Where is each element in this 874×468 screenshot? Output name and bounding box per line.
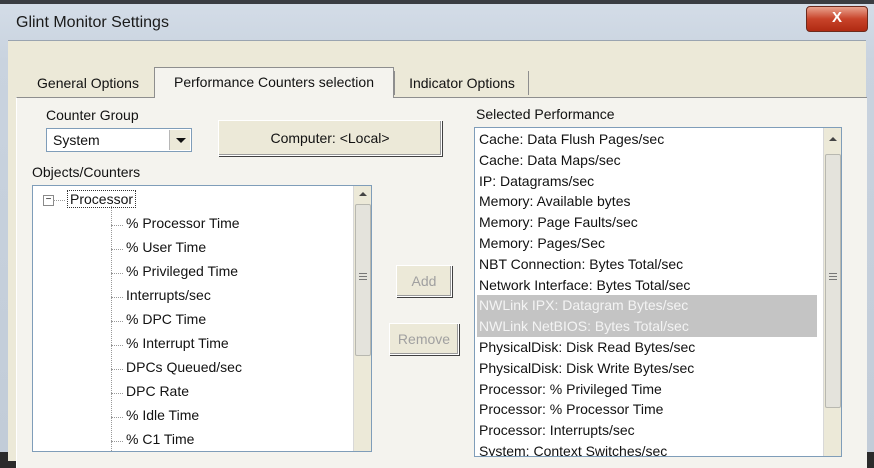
scroll-up-icon[interactable] (354, 186, 371, 203)
scroll-up-icon[interactable] (824, 131, 841, 148)
tree-connector (111, 441, 123, 443)
tab-label: Indicator Options (409, 75, 515, 91)
list-item[interactable]: Cache: Data Maps/sec (477, 150, 817, 171)
computer-button[interactable]: Computer: <Local> (218, 120, 442, 156)
computer-button-label: Computer: <Local> (270, 130, 390, 146)
chevron-down-icon[interactable] (169, 130, 190, 150)
list-item[interactable]: PhysicalDisk: Disk Write Bytes/sec (477, 358, 817, 379)
list-scrollbar[interactable] (823, 128, 841, 456)
grip-line (829, 279, 837, 280)
list-item[interactable]: Cache: Data Flush Pages/sec (477, 129, 817, 150)
list-item[interactable]: Processor: % Privileged Time (477, 379, 817, 400)
objects-counters-tree[interactable]: − Processor % Processor Time% User Time%… (32, 185, 372, 452)
list-item[interactable]: Network Interface: Bytes Total/sec (477, 275, 817, 296)
window-title: Glint Monitor Settings (16, 14, 169, 31)
tree-connector (111, 297, 123, 299)
list-item[interactable]: Memory: Available bytes (477, 191, 817, 212)
tree-connector (111, 369, 123, 371)
counter-group-value: System (53, 132, 100, 148)
tree-connector (111, 206, 113, 451)
objects-counters-label: Objects/Counters (32, 164, 141, 180)
remove-button[interactable]: Remove (389, 323, 459, 355)
tree-connector (53, 200, 65, 202)
list-item[interactable]: NWLink NetBIOS: Bytes Total/sec (477, 316, 817, 338)
tree-item[interactable]: DPCs Queued/sec (126, 359, 242, 375)
list-item[interactable]: IP: Datagrams/sec (477, 171, 817, 192)
grip-line (829, 276, 837, 277)
list-item[interactable]: PhysicalDisk: Disk Read Bytes/sec (477, 337, 817, 358)
tab-divider (394, 71, 395, 95)
grip-line (359, 279, 367, 280)
tree-item[interactable]: % Processor Time (126, 215, 240, 231)
tree-item[interactable]: % DPC Time (126, 311, 206, 327)
tree-connector (111, 393, 123, 395)
tree-connector (111, 249, 123, 251)
list-item[interactable]: NBT Connection: Bytes Total/sec (477, 254, 817, 275)
list-item[interactable]: Memory: Page Faults/sec (477, 212, 817, 233)
scroll-thumb[interactable] (825, 154, 841, 408)
tree-item[interactable]: % C1 Time (126, 431, 194, 447)
tree-item[interactable]: Interrupts/sec (126, 287, 211, 303)
tree-item[interactable]: DPC Rate (126, 383, 189, 399)
tree-item[interactable]: % User Time (126, 239, 206, 255)
tree-connector (111, 417, 123, 419)
add-button[interactable]: Add (396, 265, 452, 297)
tree-item[interactable]: % Interrupt Time (126, 335, 229, 351)
selected-performance-label: Selected Performance (476, 106, 615, 122)
tree-item[interactable]: % Privileged Time (126, 263, 238, 279)
list-item[interactable]: NWLink IPX: Datagram Bytes/sec (477, 295, 817, 317)
tab-label: Performance Counters selection (174, 74, 374, 90)
tree-item[interactable]: % Idle Time (126, 407, 199, 423)
selected-performance-list[interactable]: Cache: Data Flush Pages/sec Cache: Data M… (474, 127, 842, 457)
title-bar[interactable]: Glint Monitor Settings X (6, 4, 868, 40)
list-item[interactable]: Memory: Pages/Sec (477, 233, 817, 254)
remove-button-label: Remove (397, 331, 451, 347)
close-button[interactable]: X (806, 6, 868, 32)
settings-window: Glint Monitor Settings X General Options… (0, 0, 874, 468)
tab-divider (528, 71, 529, 95)
tab-performance-counters[interactable]: Performance Counters selection (154, 67, 394, 98)
grip-line (829, 273, 837, 274)
list-item[interactable]: System: Context Switches/sec (477, 441, 817, 456)
tree-root-processor[interactable]: Processor (67, 190, 137, 208)
counter-group-select[interactable]: System (46, 128, 192, 152)
grip-line (359, 273, 367, 274)
tree-scrollbar[interactable] (353, 186, 371, 451)
tree-connector (111, 321, 123, 323)
add-button-label: Add (411, 273, 437, 289)
counter-group-label: Counter Group (46, 107, 139, 123)
close-icon: X (831, 9, 842, 26)
list-item[interactable]: Processor: Interrupts/sec (477, 420, 817, 441)
tree-connector (111, 345, 123, 347)
tree-connector (111, 273, 123, 275)
tree-connector (111, 225, 123, 227)
tab-general-options[interactable]: General Options (22, 71, 154, 96)
list-item[interactable]: Processor: % Processor Time (477, 399, 817, 420)
tab-indicator-options[interactable]: Indicator Options (396, 71, 528, 96)
scroll-thumb[interactable] (355, 204, 371, 356)
tab-label: General Options (37, 75, 139, 91)
grip-line (359, 276, 367, 277)
